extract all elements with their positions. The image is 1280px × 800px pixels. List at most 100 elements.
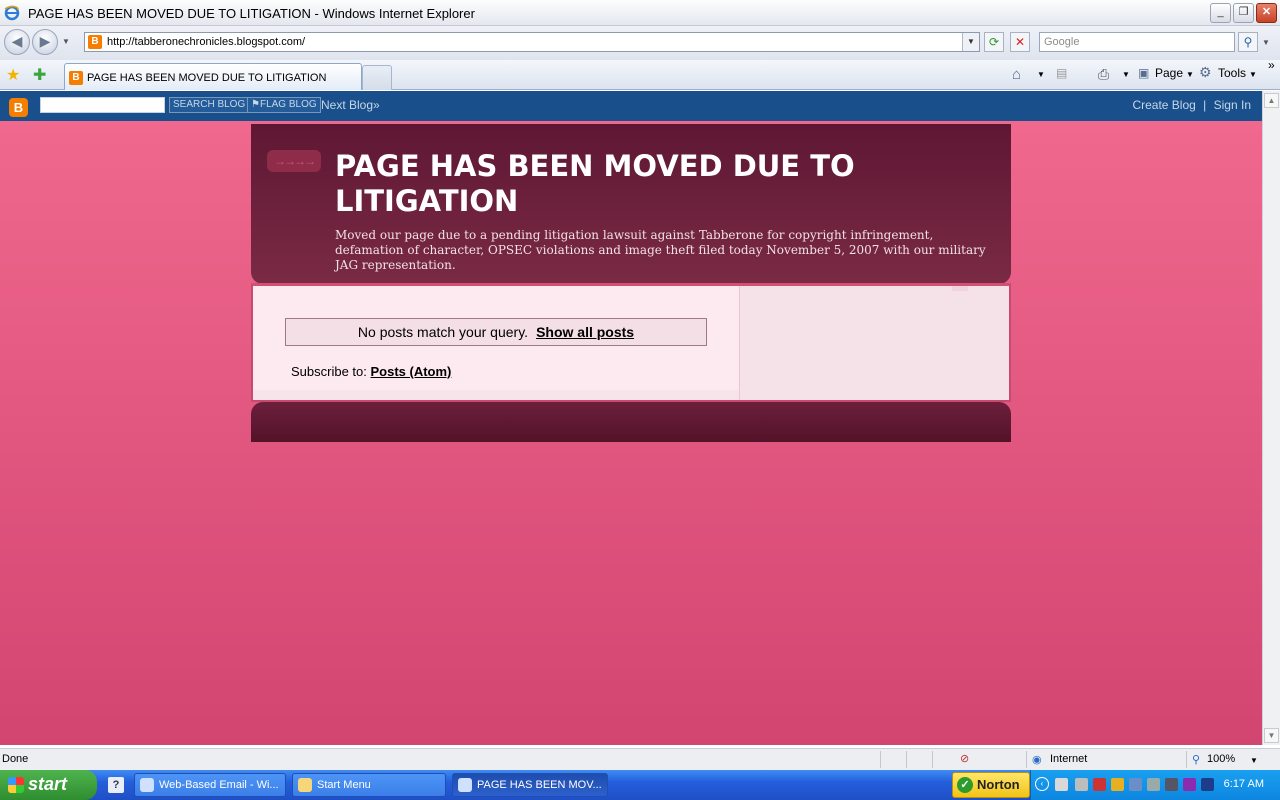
address-bar[interactable]: B http://tabberonechronicles.blogspot.co…: [84, 32, 980, 52]
task-web-email[interactable]: Web-Based Email - Wi...: [134, 773, 286, 797]
blogger-favicon-icon: B: [69, 71, 83, 85]
arrows-decoration-icon: →→→→: [267, 150, 321, 172]
blogger-logo-icon[interactable]: B: [9, 98, 28, 117]
blog-title[interactable]: PAGE HAS BEEN MOVED DUE TO LITIGATION: [335, 149, 895, 219]
page-dropdown-icon[interactable]: ▼: [1186, 70, 1194, 79]
address-url[interactable]: http://tabberonechronicles.blogspot.com/: [107, 36, 305, 48]
volume-tray-icon[interactable]: [1075, 778, 1088, 791]
task-start-menu[interactable]: Start Menu: [292, 773, 446, 797]
posts-atom-link[interactable]: Posts (Atom): [371, 364, 452, 379]
search-options-icon[interactable]: ▼: [1262, 38, 1270, 47]
divider: [1026, 751, 1027, 768]
task-label: Web-Based Email - Wi...: [159, 779, 279, 791]
blogger-favicon-icon: B: [88, 35, 102, 49]
norton-tray-button[interactable]: ✓ Norton: [952, 772, 1030, 798]
windows-flag-icon: [8, 777, 24, 793]
messenger-tray-icon[interactable]: [1183, 778, 1196, 791]
ie-task-icon: [458, 778, 472, 792]
globe-icon: ◉: [1032, 754, 1042, 766]
link-separator: |: [1203, 98, 1207, 112]
show-all-posts-link[interactable]: Show all posts: [536, 324, 634, 340]
favorites-star-icon[interactable]: ★: [6, 65, 20, 85]
display-tray-icon[interactable]: [1129, 778, 1142, 791]
protected-mode-icon[interactable]: ⊘: [960, 752, 969, 765]
ie-logo-icon: [4, 5, 20, 21]
update-tray-icon[interactable]: [1201, 778, 1214, 791]
close-window-button[interactable]: ✕: [1256, 3, 1277, 23]
page-menu[interactable]: Page: [1155, 66, 1183, 80]
taskbar: start ? Web-Based Email - Wi... Start Me…: [0, 770, 1280, 800]
address-dropdown-icon[interactable]: ▼: [962, 33, 979, 51]
tab-current[interactable]: B PAGE HAS BEEN MOVED DUE TO LITIGATION: [64, 63, 362, 90]
status-message: No posts match your query. Show all posts: [285, 318, 707, 346]
blog-page: →→→→ PAGE HAS BEEN MOVED DUE TO LITIGATI…: [0, 121, 1262, 745]
vertical-scrollbar[interactable]: ▲ ▼: [1262, 91, 1280, 745]
restore-button[interactable]: ❐: [1233, 3, 1254, 23]
more-tools-icon[interactable]: »: [1268, 58, 1275, 72]
security-zone[interactable]: Internet: [1050, 753, 1087, 765]
back-arrow-icon: ◀: [11, 33, 23, 49]
folder-task-icon: [298, 778, 312, 792]
search-icon: ⚲: [1243, 35, 1253, 49]
scroll-up-icon[interactable]: ▲: [1264, 93, 1279, 108]
back-button[interactable]: ◀: [4, 29, 30, 55]
window-title: PAGE HAS BEEN MOVED DUE TO LITIGATION - …: [28, 6, 475, 21]
feeds-icon[interactable]: ▤: [1056, 66, 1067, 80]
monitor-tray-icon[interactable]: [1165, 778, 1178, 791]
search-input[interactable]: Google: [1039, 32, 1235, 52]
help-quicklaunch-icon[interactable]: ?: [108, 777, 124, 793]
norton-label: Norton: [977, 777, 1020, 792]
zoom-level[interactable]: 100%: [1207, 753, 1235, 765]
new-tab-button[interactable]: [362, 65, 392, 90]
flag-blog-label: FLAG BLOG: [259, 99, 317, 110]
security-tray-icon[interactable]: [1093, 778, 1106, 791]
refresh-button[interactable]: ⟳: [984, 32, 1004, 52]
subscribe-line: Subscribe to: Posts (Atom): [291, 364, 451, 379]
print-icon[interactable]: ⎙: [1098, 66, 1109, 83]
blog-footer: [251, 402, 1011, 442]
ie-task-icon: [140, 778, 154, 792]
tab-row: ★ ✚ B PAGE HAS BEEN MOVED DUE TO LITIGAT…: [0, 60, 1280, 90]
print-dropdown-icon[interactable]: ▼: [1122, 70, 1130, 79]
task-label: Start Menu: [317, 779, 371, 791]
home-dropdown-icon[interactable]: ▼: [1037, 70, 1045, 79]
account-links: Create Blog | Sign In: [1132, 98, 1251, 112]
zoom-dropdown-icon[interactable]: ▼: [1250, 756, 1258, 765]
flag-blog-button[interactable]: ⚑FLAG BLOG: [247, 97, 321, 113]
sign-in-link[interactable]: Sign In: [1214, 98, 1251, 112]
sidebar: [739, 286, 1009, 400]
status-bar: Done ⊘ ◉ Internet ⚲ 100% ▼: [0, 748, 1280, 770]
stop-button[interactable]: ✕: [1010, 32, 1030, 52]
add-favorite-icon[interactable]: ✚: [33, 65, 46, 85]
connection-tray-icon[interactable]: [1147, 778, 1160, 791]
forward-button[interactable]: ▶: [32, 29, 58, 55]
gear-icon: ⚙: [1199, 64, 1212, 80]
create-blog-link[interactable]: Create Blog: [1132, 98, 1195, 112]
home-icon[interactable]: ⌂: [1012, 66, 1021, 83]
start-label: start: [28, 774, 68, 794]
flag-icon: ⚑: [251, 99, 260, 110]
blog-search-input[interactable]: [40, 97, 165, 113]
clock[interactable]: 6:17 AM: [1224, 778, 1264, 790]
start-button[interactable]: start: [0, 770, 97, 800]
network-tray-icon[interactable]: [1055, 778, 1068, 791]
task-current-page[interactable]: PAGE HAS BEEN MOV...: [452, 773, 608, 797]
tray-expand-icon[interactable]: ‹: [1035, 777, 1049, 791]
minimize-button[interactable]: _: [1210, 3, 1231, 23]
app-tray-icon[interactable]: [1111, 778, 1124, 791]
divider: [906, 751, 907, 768]
norton-check-icon: ✓: [957, 777, 973, 793]
blog-header: →→→→ PAGE HAS BEEN MOVED DUE TO LITIGATI…: [251, 124, 1011, 284]
next-blog-link[interactable]: Next Blog»: [321, 98, 380, 112]
scroll-down-icon[interactable]: ▼: [1264, 728, 1279, 743]
divider: [932, 751, 933, 768]
refresh-icon: ⟳: [988, 35, 1000, 49]
no-posts-text: No posts match your query.: [357, 324, 529, 340]
search-blog-button[interactable]: SEARCH BLOG: [169, 97, 250, 113]
blog-description: Moved our page due to a pending litigati…: [335, 228, 986, 272]
tools-dropdown-icon[interactable]: ▼: [1249, 70, 1257, 79]
search-button[interactable]: ⚲: [1238, 32, 1258, 52]
tools-menu[interactable]: Tools: [1218, 66, 1246, 80]
history-dropdown-icon[interactable]: ▼: [62, 37, 70, 46]
page-menu-icon: ▣: [1138, 66, 1150, 80]
